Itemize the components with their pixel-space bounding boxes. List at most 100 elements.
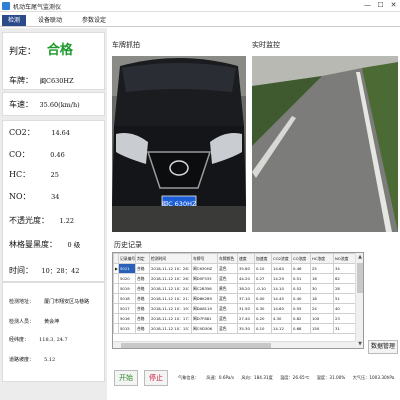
table-cell[interactable]: 5021	[118, 263, 136, 274]
table-cell[interactable]: 5015	[118, 323, 136, 334]
col-no[interactable]: NO浓度	[333, 253, 357, 264]
table-cell[interactable]: 闽D5F533	[191, 273, 218, 284]
table-cell[interactable]: 黄色	[217, 283, 238, 294]
table-cell[interactable]: 35.30	[237, 323, 255, 334]
table-cell[interactable]: 0.30	[254, 303, 272, 314]
history-horizontal-scrollbar[interactable]	[113, 341, 356, 348]
table-cell[interactable]: 0.20	[254, 313, 272, 324]
col-co2[interactable]: CO2浓度	[271, 253, 292, 264]
table-cell[interactable]: 蓝色	[217, 263, 238, 274]
table-cell[interactable]: 0.55	[291, 303, 311, 314]
table-cell[interactable]: 0.10	[254, 263, 272, 274]
table-cell[interactable]: 5020	[118, 273, 136, 284]
table-cell[interactable]: 14.10	[271, 283, 292, 294]
table-cell[interactable]: 24	[310, 303, 334, 314]
data-manage-button[interactable]: 数据管理	[368, 340, 398, 354]
table-row[interactable]: 5019合格2018-11-12 10：24：03闽C2B356黄色38.20-…	[113, 283, 357, 294]
table-cell[interactable]: 合格	[135, 303, 150, 314]
col-record-id[interactable]: 记录编号	[118, 253, 136, 264]
table-cell[interactable]: 5017	[118, 303, 136, 314]
col-accel[interactable]: 加速度	[254, 253, 272, 264]
scroll-down-icon[interactable]: ▼	[356, 340, 363, 348]
table-row[interactable]: ▶5021合格2018-11-12 10：28：42闽C630HZ蓝色35.60…	[113, 263, 357, 274]
table-cell[interactable]: 28	[333, 283, 357, 294]
table-cell[interactable]: -0.10	[254, 283, 272, 294]
col-speed[interactable]: 速度	[237, 253, 255, 264]
table-cell[interactable]: 5016	[118, 313, 136, 324]
table-cell[interactable]: 14.64	[271, 263, 292, 274]
table-cell[interactable]: 2018-11-12 10：17：30	[149, 313, 192, 324]
table-cell[interactable]: 31.50	[237, 303, 255, 314]
scroll-thumb[interactable]	[357, 263, 363, 293]
tab-params[interactable]: 参数设定	[76, 15, 112, 26]
table-cell[interactable]: 蓝色	[217, 273, 238, 284]
table-cell[interactable]: 闽DA8119	[191, 303, 218, 314]
history-vertical-scrollbar[interactable]: ▲ ▼	[355, 253, 363, 348]
table-cell[interactable]: 合格	[135, 273, 150, 284]
table-cell[interactable]: 蓝色	[217, 293, 238, 304]
table-cell[interactable]: 0.40	[291, 293, 311, 304]
table-cell[interactable]: 51	[333, 293, 357, 304]
table-cell[interactable]: 2018-11-12 10：28：42	[149, 263, 192, 274]
table-cell[interactable]: 2018-11-12 10：15：12	[149, 323, 192, 334]
table-cell[interactable]: 38.20	[237, 283, 255, 294]
table-cell[interactable]: 合格	[135, 323, 150, 334]
tab-detect[interactable]: 检测	[2, 15, 27, 26]
table-cell[interactable]: 闽C9D306	[191, 323, 218, 334]
table-cell[interactable]: 0.27	[254, 273, 272, 284]
close-button[interactable]: ✕	[389, 1, 398, 10]
table-cell[interactable]: 25	[310, 263, 334, 274]
table-row[interactable]: 5020合格2018-11-12 10：26：17闽D5F533蓝色44.200…	[113, 273, 357, 284]
table-cell[interactable]: 16	[310, 273, 334, 284]
tab-device-link[interactable]: 设备联动	[32, 15, 68, 26]
table-cell[interactable]: 4.30	[271, 313, 292, 324]
table-cell[interactable]: 34	[333, 263, 357, 274]
col-time[interactable]: 检测时间	[149, 253, 192, 264]
table-cell[interactable]: 蓝色	[217, 313, 238, 324]
col-plate-color[interactable]: 车牌颜色	[217, 253, 238, 264]
maximize-button[interactable]: ☐	[376, 1, 385, 10]
table-cell[interactable]: 0.46	[291, 263, 311, 274]
table-cell[interactable]: 100	[310, 313, 334, 324]
table-cell[interactable]: 闽C2B356	[191, 283, 218, 294]
table-cell[interactable]: 合格	[135, 263, 150, 274]
table-row[interactable]: 5016合格2018-11-12 10：17：30闽D7F881蓝色27.400…	[113, 313, 357, 324]
table-cell[interactable]: 0.68	[291, 323, 311, 334]
stop-button[interactable]: 停止	[144, 370, 168, 386]
scroll-up-icon[interactable]: ▲	[356, 253, 363, 261]
table-cell[interactable]: 5018	[118, 293, 136, 304]
table-cell[interactable]: 150	[310, 323, 334, 334]
table-cell[interactable]: 合格	[135, 293, 150, 304]
minimize-button[interactable]: —	[363, 1, 372, 10]
col-verdict[interactable]: 判定	[135, 253, 150, 264]
table-row[interactable]: 5018合格2018-11-12 10：21：55闽D6K289蓝色37.100…	[113, 293, 357, 304]
table-cell[interactable]: 2018-11-12 10：19：48	[149, 303, 192, 314]
table-cell[interactable]: 合格	[135, 283, 150, 294]
table-cell[interactable]: 62	[333, 273, 357, 284]
hscroll-thumb[interactable]	[121, 343, 271, 348]
table-cell[interactable]: 0.82	[291, 313, 311, 324]
col-hc[interactable]: HC浓度	[310, 253, 334, 264]
table-cell[interactable]: 闽C630HZ	[191, 263, 218, 274]
table-cell[interactable]: 14.12	[271, 323, 292, 334]
table-cell[interactable]: 0.51	[291, 273, 311, 284]
col-plate[interactable]: 车牌号	[191, 253, 218, 264]
table-cell[interactable]: 蓝色	[217, 323, 238, 334]
table-cell[interactable]: 0.10	[254, 323, 272, 334]
table-cell[interactable]: 2018-11-12 10：21：55	[149, 293, 192, 304]
table-cell[interactable]: 0.00	[254, 293, 272, 304]
table-cell[interactable]: 闽D6K289	[191, 293, 218, 304]
table-cell[interactable]: 合格	[135, 313, 150, 324]
start-button[interactable]: 开始	[114, 370, 138, 386]
table-cell[interactable]: 27.40	[237, 313, 255, 324]
table-cell[interactable]: 14.60	[271, 303, 292, 314]
table-cell[interactable]: 30	[310, 283, 334, 294]
table-cell[interactable]: 蓝色	[217, 303, 238, 314]
col-co[interactable]: CO浓度	[291, 253, 311, 264]
table-cell[interactable]: 0.52	[291, 283, 311, 294]
table-cell[interactable]: 18	[310, 293, 334, 304]
table-cell[interactable]: 2018-11-12 10：24：03	[149, 283, 192, 294]
table-cell[interactable]: 5019	[118, 283, 136, 294]
table-cell[interactable]: 2018-11-12 10：26：17	[149, 273, 192, 284]
table-row[interactable]: 5017合格2018-11-12 10：19：48闽DA8119蓝色31.500…	[113, 303, 357, 314]
